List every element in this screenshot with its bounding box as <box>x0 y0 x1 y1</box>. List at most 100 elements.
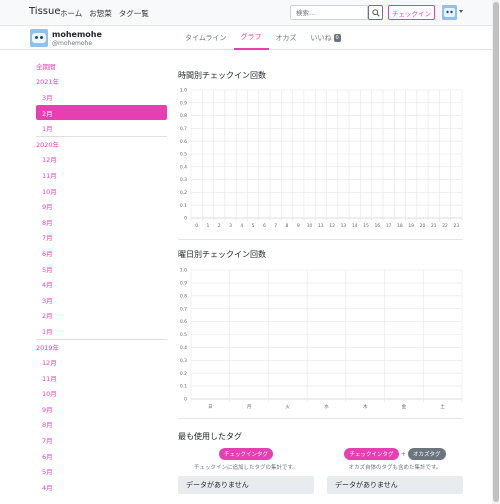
y-tick-label: 0.5 <box>180 152 187 158</box>
divider <box>178 418 463 419</box>
sidebar-month-item[interactable]: 11月 <box>36 370 167 386</box>
chevron-down-icon[interactable] <box>459 10 463 13</box>
sidebar-month-item[interactable]: 8月 <box>36 214 167 230</box>
sidebar-month-item[interactable]: 11月 <box>36 167 167 183</box>
y-tick-label: 0.2 <box>180 371 187 377</box>
x-tick-label: 13 <box>341 223 347 229</box>
x-tick-label: 16 <box>374 223 380 229</box>
brand-logo[interactable]: Tissue <box>29 6 61 17</box>
likes-count-badge: 0 <box>333 34 341 42</box>
sidebar-month-item[interactable]: 1月 <box>36 120 167 136</box>
x-tick-label: 20 <box>420 223 426 229</box>
sidebar-year-0[interactable]: 2021年 <box>36 74 167 90</box>
sidebar-year-2[interactable]: 2019年 <box>36 338 167 355</box>
x-tick-label: 火 <box>286 404 291 410</box>
tab-likes[interactable]: いいね 0 <box>304 26 348 50</box>
search-button[interactable] <box>368 5 383 20</box>
sidebar-month-item[interactable]: 9月 <box>36 198 167 214</box>
all-tags-header: チェックインタグ + オカズタグ オカズ自体のタグも含めた集計です。 <box>327 448 463 471</box>
x-tick-label: 10 <box>307 223 313 229</box>
nav-link-home[interactable]: ホーム <box>60 8 82 19</box>
all-tags-empty: データがありません <box>327 476 463 494</box>
x-tick-label: 土 <box>440 403 445 410</box>
sidebar-month-item[interactable]: 7月 <box>36 230 167 246</box>
tab-okazu[interactable]: オカズ <box>269 26 304 50</box>
x-tick-label: 6 <box>263 223 266 229</box>
sidebar-month-item[interactable]: 3月 <box>36 89 167 105</box>
x-tick-label: 日 <box>208 404 213 410</box>
tab-graph[interactable]: グラフ <box>233 26 269 50</box>
profile-header: mohemohe @mohemohe タイムライン グラフ オカズ いいね 0 <box>0 26 500 50</box>
y-tick-label: 1.0 <box>180 268 187 274</box>
hourly-chart-title: 時間別チェックイン回数 <box>178 71 266 80</box>
x-tick-label: 14 <box>352 223 358 229</box>
checkin-tags-description: チェックインに追加したタグの集計です。 <box>194 465 298 471</box>
sidebar-month-item[interactable]: 2月 <box>36 308 167 324</box>
x-tick-label: 2 <box>218 223 221 229</box>
okazu-tag-pill: オカズタグ <box>408 448 446 460</box>
checkin-tags-header: チェックインタグ チェックインに追加したタグの集計です。 <box>178 448 314 471</box>
user-avatar[interactable] <box>442 5 457 20</box>
checkin-button[interactable]: チェックイン <box>388 5 435 20</box>
y-tick-label: 0.1 <box>180 384 187 390</box>
y-tick-label: 0.4 <box>180 164 187 170</box>
x-tick-label: 8 <box>286 223 289 229</box>
x-tick-label: 0 <box>195 223 198 229</box>
weekday-chart: 1.0 0.9 0.8 0.7 0.6 0.5 0.4 0.3 0.2 0.1 0 日 月 火 水 木 金 土 <box>180 268 463 410</box>
sidebar-month-item[interactable]: 3月 <box>36 292 167 308</box>
x-tick-label: 19 <box>408 223 414 229</box>
checkin-tag-pill: チェックインタグ <box>218 448 273 460</box>
x-tick-label: 1 <box>207 223 210 229</box>
sidebar-month-item[interactable]: 4月 <box>36 479 167 495</box>
x-tick-label: 17 <box>386 223 392 229</box>
sidebar-month-item[interactable]: 4月 <box>36 276 167 292</box>
sidebar-month-item[interactable]: 12月 <box>36 152 167 168</box>
sidebar-item-all[interactable]: 全期間 <box>36 58 167 74</box>
sidebar-month-item[interactable]: 10月 <box>36 385 167 401</box>
x-tick-label: 5 <box>252 223 255 229</box>
y-tick-label: 0.8 <box>180 293 187 299</box>
y-tick-label: 0 <box>184 216 187 222</box>
all-tags-description: オカズ自体のタグも含めた集計です。 <box>348 465 442 471</box>
sidebar-month-item[interactable]: 12月 <box>36 354 167 370</box>
sidebar-month-item[interactable]: 6月 <box>36 448 167 464</box>
search-input[interactable] <box>290 5 368 20</box>
scrollbar-thumb[interactable] <box>493 2 499 502</box>
search-icon <box>371 8 380 17</box>
sidebar-month-item[interactable]: 9月 <box>36 401 167 417</box>
sidebar-month-item[interactable]: 7月 <box>36 432 167 448</box>
checkin-tags-empty: データがありません <box>178 476 314 494</box>
sidebar-month-item[interactable]: 8月 <box>36 417 167 433</box>
sidebar-month-item[interactable]: 10月 <box>36 183 167 199</box>
y-tick-label: 0.4 <box>180 345 187 351</box>
checkin-tag-pill: チェックインタグ <box>344 448 399 460</box>
navbar: Tissue ホーム お惣菜 タグ一覧 チェックイン <box>0 0 500 26</box>
x-tick-label: 9 <box>297 223 300 229</box>
x-tick-label: 木 <box>363 403 368 410</box>
nav-link-okazu[interactable]: お惣菜 <box>89 8 112 19</box>
x-tick-label: 21 <box>431 223 437 229</box>
y-tick-label: 1.0 <box>180 88 187 94</box>
tab-likes-label: いいね <box>310 34 332 42</box>
sidebar-month-item[interactable]: 5月 <box>36 463 167 479</box>
nav-link-tags[interactable]: タグ一覧 <box>119 8 149 19</box>
nav-links: ホーム お惣菜 タグ一覧 <box>60 8 149 19</box>
x-tick-label: 金 <box>402 403 407 410</box>
sidebar-year-1[interactable]: 2020年 <box>36 135 167 152</box>
y-tick-label: 0.5 <box>180 332 187 338</box>
profile-avatar <box>30 29 48 47</box>
sidebar-month-item[interactable]: 2月 <box>36 104 167 121</box>
hourly-chart: 1.00.90.80.70.60.50.40.30.20.100 1 2 3 4 5 6 7 8… <box>180 88 463 229</box>
y-tick-label: 0.2 <box>180 190 187 196</box>
x-tick-label: 23 <box>453 223 459 229</box>
tab-timeline[interactable]: タイムライン <box>178 26 234 50</box>
y-tick-label: 0.3 <box>180 177 187 183</box>
page-scrollbar[interactable] <box>492 0 500 504</box>
sidebar-month-item[interactable]: 1月 <box>36 323 167 339</box>
y-tick-label: 0.3 <box>180 358 187 364</box>
y-tick-label: 0.9 <box>180 100 187 106</box>
y-tick-label: 0.1 <box>180 203 187 209</box>
sidebar-month-item[interactable]: 6月 <box>36 245 167 261</box>
sidebar-month-item[interactable]: 5月 <box>36 261 167 277</box>
x-tick-label: 15 <box>363 223 369 229</box>
